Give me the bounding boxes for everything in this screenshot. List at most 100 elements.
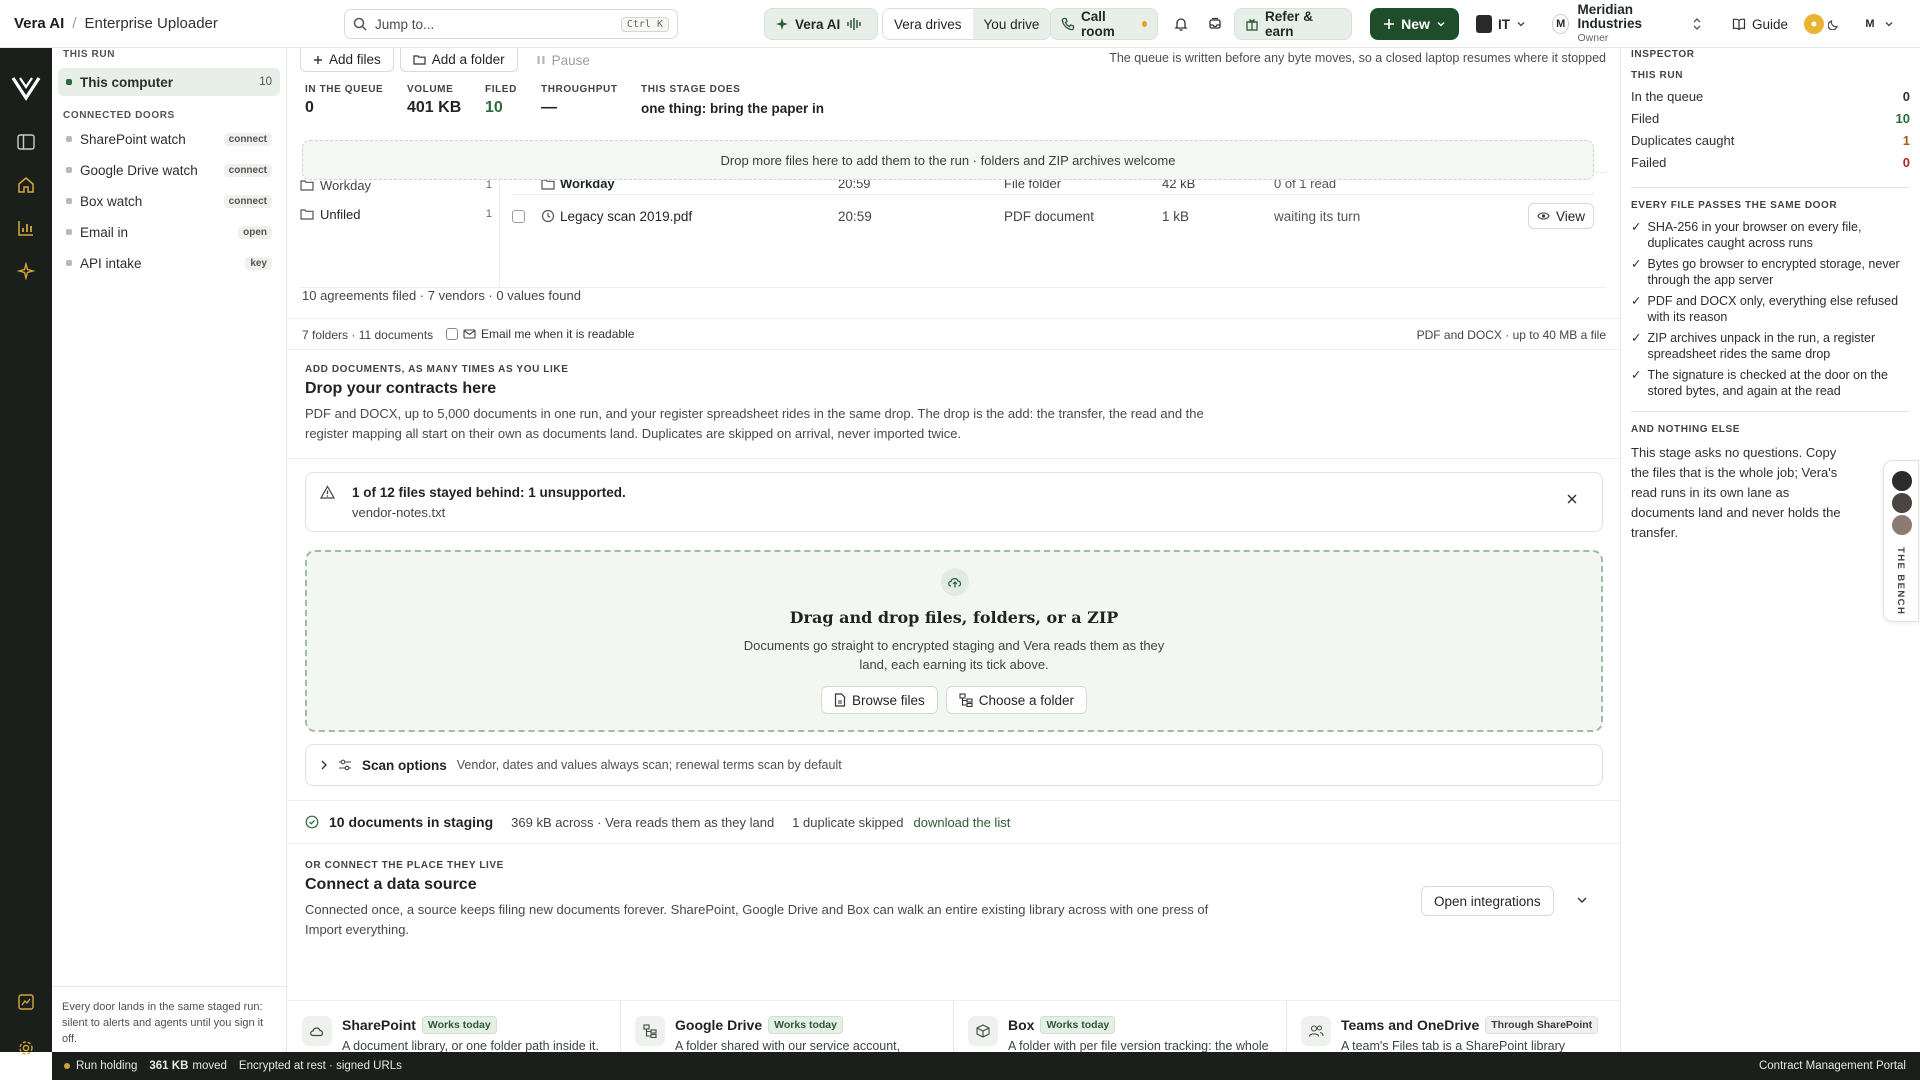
status-dot-icon — [66, 167, 72, 173]
row-checkbox[interactable] — [512, 209, 536, 223]
sidebar-item-google-drive[interactable]: Google Drive watch connect — [58, 156, 280, 184]
call-room-label: Call room — [1081, 9, 1115, 39]
ai-sparkle-icon[interactable] — [14, 259, 38, 283]
clock-icon — [536, 209, 560, 223]
sidebar-item-box[interactable]: Box watch connect — [58, 187, 280, 215]
dropzone[interactable]: Drag and drop files, folders, or a ZIP D… — [305, 550, 1603, 732]
vera-ai-button[interactable]: Vera AI — [764, 8, 878, 40]
close-icon[interactable] — [1566, 493, 1578, 505]
eye-icon — [1537, 211, 1550, 221]
you-drive-option[interactable]: You drive — [972, 9, 1051, 39]
download-list-link[interactable]: download the list — [913, 815, 1010, 830]
file-name: Legacy scan 2019.pdf — [560, 208, 693, 224]
pause-button[interactable]: Pause — [523, 48, 602, 72]
browse-files-label: Browse files — [851, 692, 925, 708]
folder-count: 1 — [485, 179, 492, 191]
sidebar-item-tag: key — [245, 256, 272, 270]
live-dot-icon — [1141, 21, 1147, 27]
drive-mode-toggle[interactable]: Vera drives You drive — [882, 8, 1052, 40]
check-item: ✓ Bytes go browser to encrypted storage, … — [1631, 256, 1910, 288]
sidebar-item-email-in[interactable]: Email in open — [58, 218, 280, 246]
sidebar-item-api-intake[interactable]: API intake key — [58, 249, 280, 277]
vera-logo-icon[interactable] — [11, 76, 41, 101]
email-me-checkbox[interactable]: Email me when it is readable — [446, 327, 634, 341]
source-name: Box — [1008, 1017, 1035, 1033]
vera-ai-label: Vera AI — [795, 16, 841, 32]
source-card-google-drive[interactable]: Google Drive Works today A folder shared … — [621, 1000, 954, 1052]
document-icon — [834, 693, 846, 707]
queue-note: The queue is written before any byte mov… — [1109, 51, 1606, 65]
add-folder-button[interactable]: Add a folder — [399, 48, 518, 72]
analytics-icon[interactable] — [14, 216, 38, 240]
staging-status: 10 documents in staging 369 kB across · … — [288, 800, 1620, 844]
add-files-button[interactable]: Add files — [300, 48, 394, 72]
open-integrations-button[interactable]: Open integrations — [1421, 886, 1554, 916]
file-time: 20:59 — [838, 208, 872, 224]
status-dot-icon — [66, 198, 72, 204]
settings-gear-icon[interactable] — [14, 1036, 38, 1060]
stat-label: FILED — [485, 84, 517, 95]
source-card-teams-onedrive[interactable]: Teams and OneDrive Through SharePoint A t… — [1287, 1000, 1620, 1052]
status-dot-icon — [66, 79, 72, 85]
guide-button[interactable]: Guide — [1722, 8, 1792, 40]
divider — [1631, 411, 1910, 412]
chevron-down-icon[interactable] — [1576, 894, 1588, 906]
status-dot-icon — [66, 136, 72, 142]
inbox-button[interactable] — [1200, 8, 1230, 40]
stat-queue: IN THE QUEUE 0 — [305, 84, 407, 117]
chevron-right-icon — [320, 760, 328, 770]
stat-value: 0 — [305, 99, 314, 116]
sidebar-item-this-computer[interactable]: This computer 10 — [58, 68, 280, 96]
bench-tab[interactable]: THE BENCH — [1883, 460, 1919, 622]
check-text: The signature is checked at the door on … — [1647, 368, 1888, 398]
chevron-down-icon — [1516, 19, 1526, 29]
inspector-row-label: Filed — [1631, 110, 1660, 126]
choose-folder-button[interactable]: Choose a folder — [945, 686, 1088, 714]
inspector-run-heading: THIS RUN — [1631, 70, 1684, 81]
home-icon[interactable] — [14, 173, 38, 197]
scan-options-toggle[interactable]: Scan options Vendor, dates and values al… — [305, 744, 1603, 786]
checkmark-icon: ✓ — [1631, 257, 1642, 271]
status-dot-icon — [66, 229, 72, 235]
box-icon — [968, 1016, 998, 1046]
connected-doors-heading: CONNECTED DOORS — [63, 110, 175, 121]
refer-earn-label: Refer & earn — [1265, 9, 1314, 39]
source-card-box[interactable]: Box Works today A folder with per file ve… — [954, 1000, 1287, 1052]
sidebar-item-sharepoint[interactable]: SharePoint watch connect — [58, 125, 280, 153]
call-room-button[interactable]: Call room — [1050, 8, 1158, 40]
source-card-sharepoint[interactable]: SharePoint Works today A document library… — [288, 1000, 621, 1052]
theme-toggle[interactable] — [1800, 8, 1850, 40]
staging-detail: 369 kB across · Vera reads them as they … — [511, 814, 775, 830]
new-button[interactable]: New — [1370, 8, 1459, 40]
app-name[interactable]: Vera AI — [14, 15, 64, 32]
sidebar-toggle-icon[interactable] — [14, 130, 38, 154]
avatar — [1890, 491, 1914, 515]
inspector-row-value: 10 — [1895, 110, 1910, 126]
stat-label: THIS STAGE DOES — [641, 84, 741, 95]
browse-files-button[interactable]: Browse files — [820, 686, 938, 714]
table-row[interactable]: Legacy scan 2019.pdf 20:59 PDF document … — [512, 201, 1594, 231]
vera-drives-option[interactable]: Vera drives — [883, 9, 973, 39]
user-menu[interactable]: M — [1856, 8, 1900, 40]
org-switcher[interactable]: M Meridian Industries Owner — [1542, 3, 1712, 44]
staging-title: 10 documents in staging — [329, 814, 494, 830]
workspace-switcher[interactable]: IT — [1466, 8, 1536, 40]
refer-earn-button[interactable]: Refer & earn — [1234, 8, 1352, 40]
reports-icon[interactable] — [14, 990, 38, 1014]
file-type: PDF document — [1004, 208, 1095, 224]
search-box[interactable]: Jump to... Ctrl K — [344, 9, 678, 39]
view-file-button[interactable]: View — [1527, 203, 1594, 229]
add-documents-eyebrow: ADD DOCUMENTS, AS MANY TIMES AS YOU LIKE — [305, 364, 569, 375]
check-text: PDF and DOCX only, everything else refus… — [1647, 294, 1899, 324]
avatar — [1890, 513, 1914, 537]
folder-item[interactable]: Unfiled 1 — [300, 204, 492, 224]
upload-cloud-icon — [941, 568, 969, 596]
source-desc: A folder shared with our service account… — [675, 1039, 901, 1052]
check-text: ZIP archives unpack in the run, a regist… — [1647, 331, 1876, 361]
notifications-button[interactable] — [1166, 8, 1196, 40]
drop-more-strip[interactable]: Drop more files here to add them to the … — [302, 140, 1594, 180]
divider — [1631, 187, 1910, 188]
search-input[interactable]: Jump to... — [375, 17, 613, 32]
source-badge: Through SharePoint — [1485, 1016, 1599, 1034]
checkmark-icon: ✓ — [1631, 368, 1642, 382]
